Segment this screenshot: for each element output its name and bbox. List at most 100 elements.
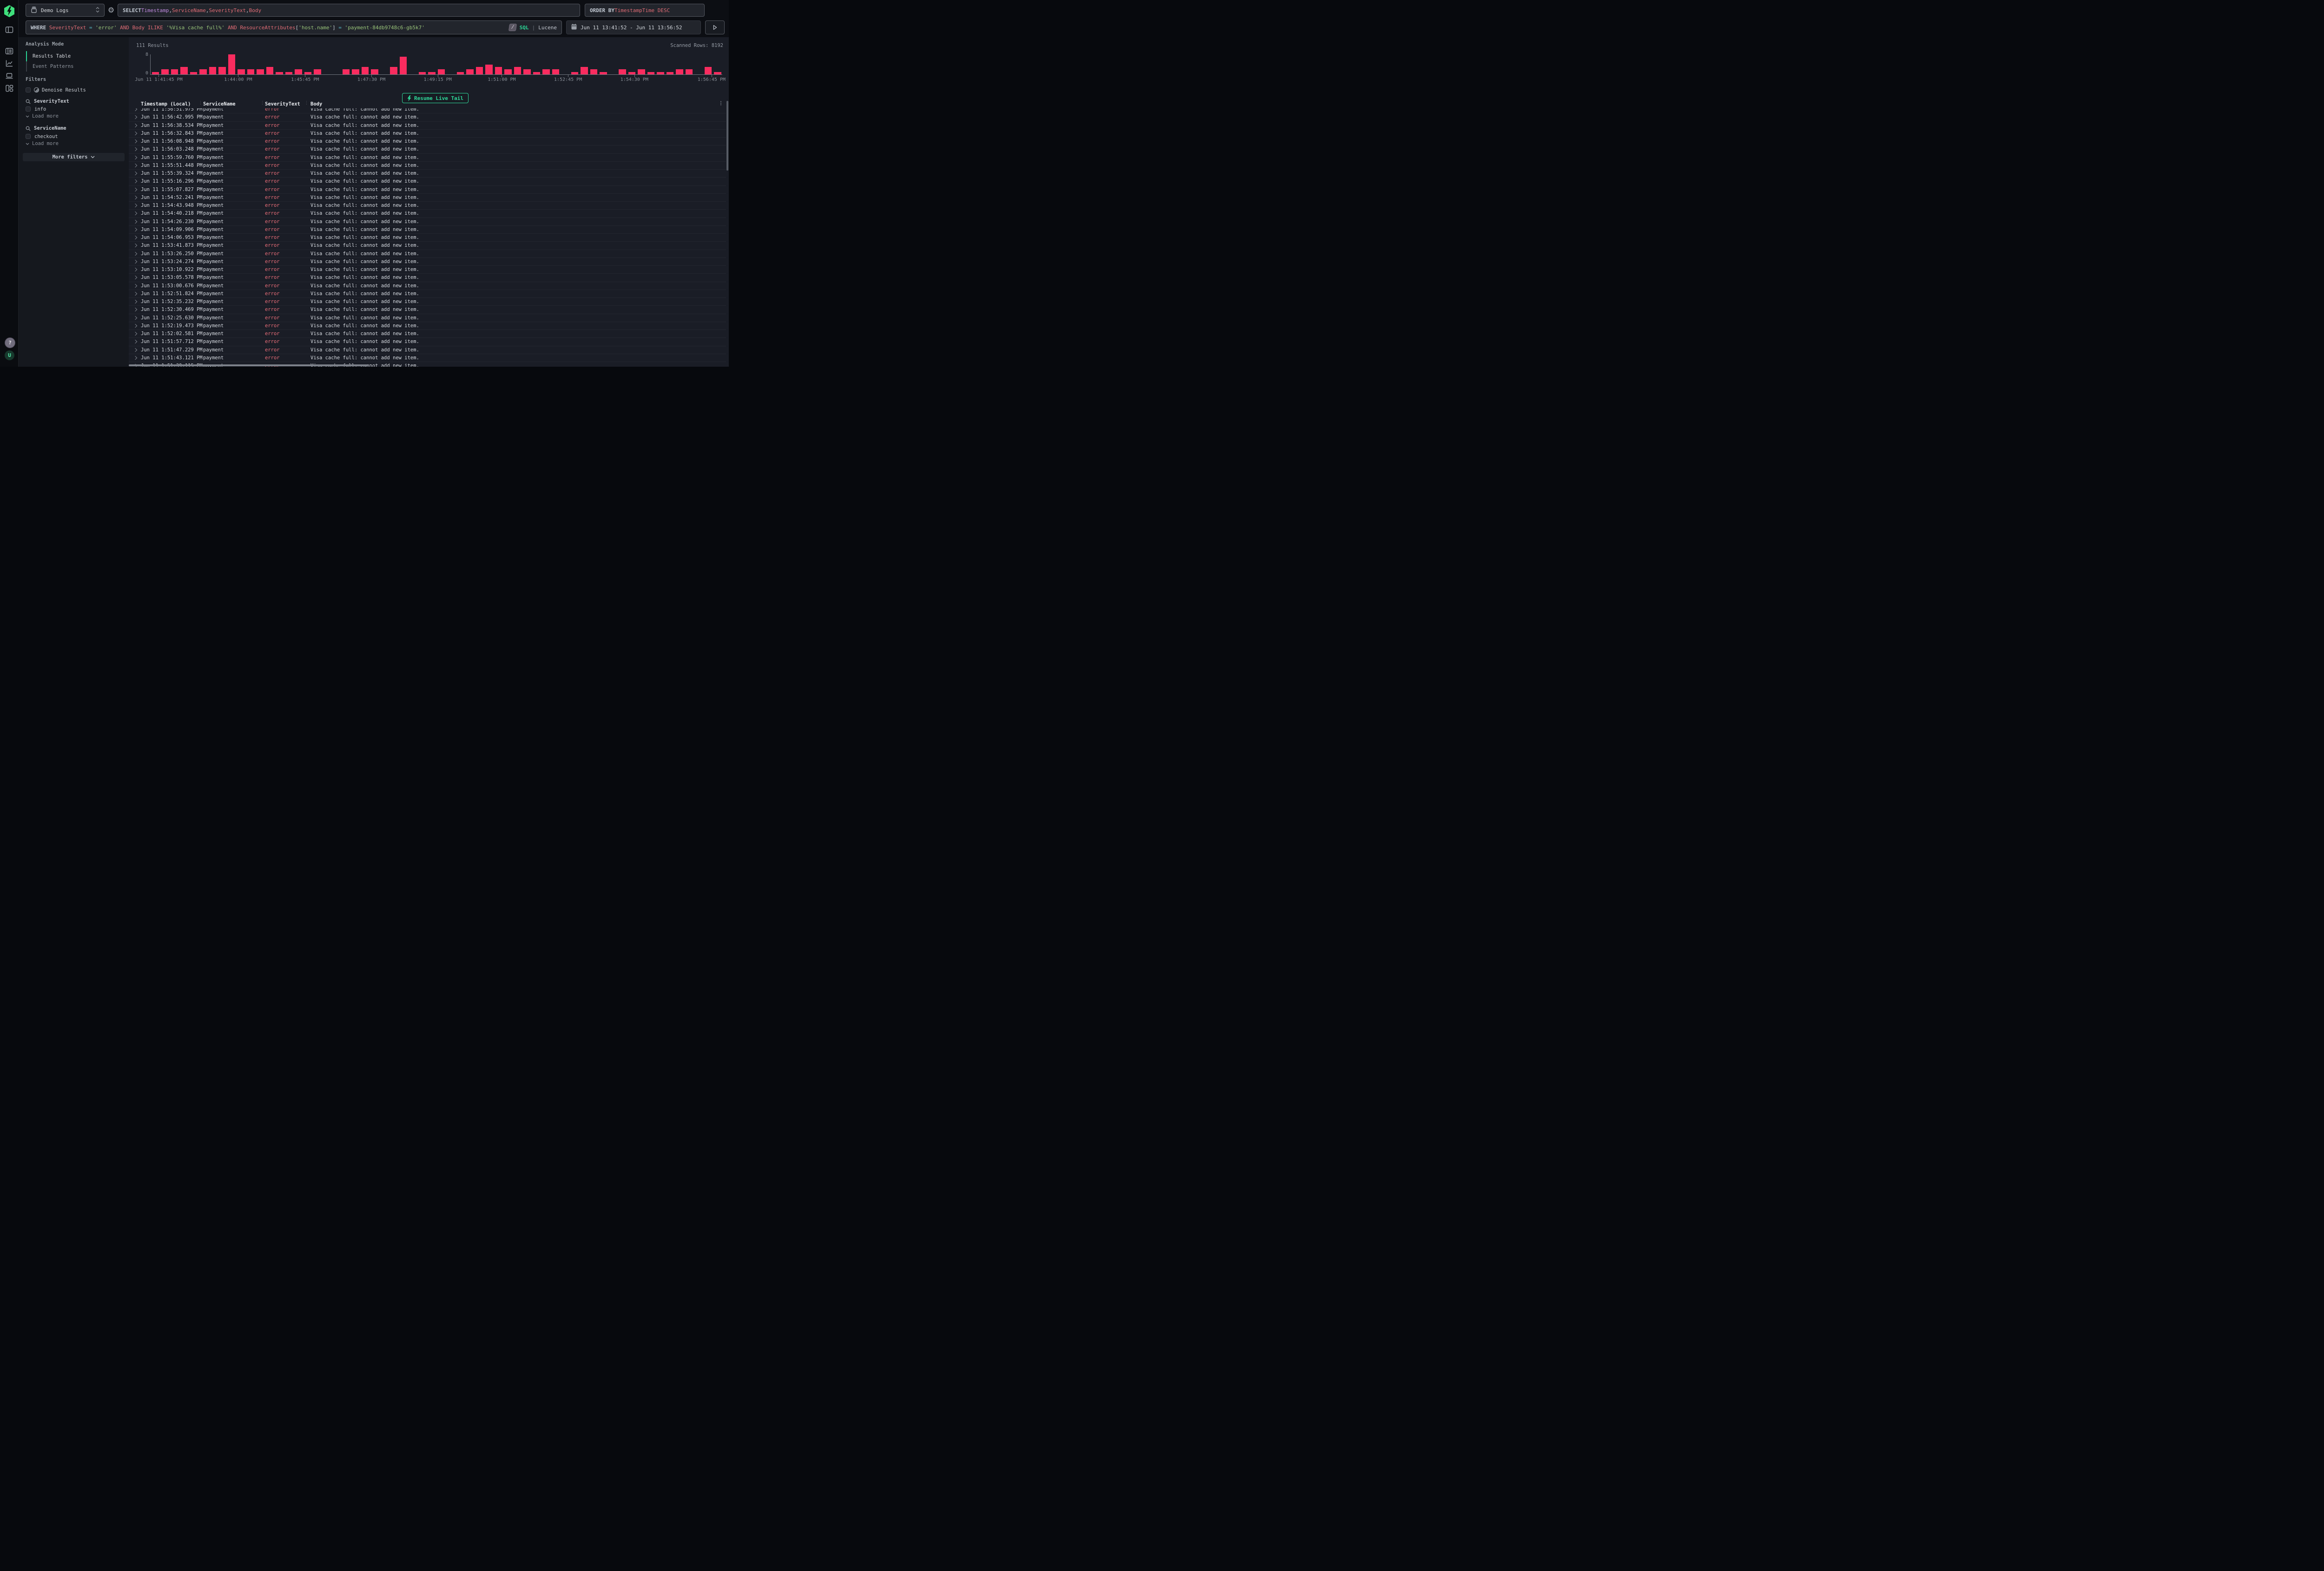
row-expand-chevron-icon[interactable]: [133, 292, 137, 296]
log-row[interactable]: Jun 11 1:52:25.630 PMpaymenterrorVisa ca…: [129, 314, 726, 322]
row-expand-chevron-icon[interactable]: [133, 123, 137, 127]
row-expand-chevron-icon[interactable]: [133, 300, 137, 304]
log-row[interactable]: Jun 11 1:53:05.578 PMpaymenterrorVisa ca…: [129, 273, 726, 281]
row-expand-chevron-icon[interactable]: [133, 356, 137, 360]
row-expand-chevron-icon[interactable]: [133, 348, 137, 351]
row-expand-chevron-icon[interactable]: [133, 244, 137, 247]
filter-checkbox-info[interactable]: [26, 106, 31, 112]
column-header-servicename[interactable]: ServiceName: [203, 101, 236, 107]
hyperdx-logo-icon[interactable]: [4, 5, 14, 17]
lucene-mode-toggle[interactable]: Lucene: [538, 25, 557, 31]
filter-checkbox-checkout[interactable]: [26, 134, 31, 139]
chart-icon[interactable]: [5, 59, 13, 67]
tab-results-table[interactable]: Results Table: [26, 51, 74, 61]
sql-mode-toggle[interactable]: SQL: [520, 25, 529, 31]
log-row[interactable]: Jun 11 1:56:51.975 PMpaymenterrorVisa ca…: [129, 108, 726, 113]
row-expand-chevron-icon[interactable]: [133, 308, 137, 311]
log-row[interactable]: Jun 11 1:53:10.922 PMpaymenterrorVisa ca…: [129, 265, 726, 273]
select-query-input[interactable]: SELECT Timestamp, ServiceName, SeverityT…: [118, 4, 580, 17]
row-expand-chevron-icon[interactable]: [133, 251, 137, 255]
search-panel-icon[interactable]: [5, 26, 13, 34]
filter-label-checkout[interactable]: checkout: [34, 134, 58, 139]
log-row[interactable]: Jun 11 1:52:35.232 PMpaymenterrorVisa ca…: [129, 297, 726, 305]
horizontal-scrollbar[interactable]: [129, 364, 368, 366]
row-expand-chevron-icon[interactable]: [133, 204, 137, 207]
log-row[interactable]: Jun 11 1:56:32.843 PMpaymenterrorVisa ca…: [129, 129, 726, 137]
tab-event-patterns[interactable]: Event Patterns: [26, 61, 74, 72]
row-expand-chevron-icon[interactable]: [133, 284, 137, 287]
row-expand-chevron-icon[interactable]: [133, 324, 137, 328]
row-expand-chevron-icon[interactable]: [133, 219, 137, 223]
row-expand-chevron-icon[interactable]: [133, 132, 137, 135]
log-row[interactable]: Jun 11 1:54:40.218 PMpaymenterrorVisa ca…: [129, 209, 726, 217]
resume-live-tail-button[interactable]: Resume Live Tail: [402, 93, 469, 103]
log-row[interactable]: Jun 11 1:53:00.676 PMpaymenterrorVisa ca…: [129, 282, 726, 290]
log-row[interactable]: Jun 11 1:54:52.241 PMpaymenterrorVisa ca…: [129, 193, 726, 201]
row-expand-chevron-icon[interactable]: [133, 196, 137, 199]
log-row[interactable]: Jun 11 1:52:30.469 PMpaymenterrorVisa ca…: [129, 305, 726, 313]
log-row[interactable]: Jun 11 1:53:26.250 PMpaymenterrorVisa ca…: [129, 250, 726, 257]
log-row[interactable]: Jun 11 1:54:06.953 PMpaymenterrorVisa ca…: [129, 233, 726, 241]
row-expand-chevron-icon[interactable]: [133, 164, 137, 167]
row-expand-chevron-icon[interactable]: [133, 260, 137, 264]
row-expand-chevron-icon[interactable]: [133, 211, 137, 215]
host-monitor-icon[interactable]: [5, 72, 13, 80]
log-row[interactable]: Jun 11 1:55:07.827 PMpaymenterrorVisa ca…: [129, 185, 726, 193]
logs-icon[interactable]: [5, 47, 13, 55]
row-expand-chevron-icon[interactable]: [133, 236, 137, 239]
row-expand-chevron-icon[interactable]: [133, 155, 137, 159]
row-expand-chevron-icon[interactable]: [133, 340, 137, 343]
row-expand-chevron-icon[interactable]: [133, 268, 137, 271]
filter-label-info[interactable]: info: [34, 106, 46, 112]
source-select[interactable]: Demo Logs: [26, 4, 105, 17]
log-row[interactable]: Jun 11 1:55:39.324 PMpaymenterrorVisa ca…: [129, 169, 726, 177]
log-row[interactable]: Jun 11 1:52:51.824 PMpaymenterrorVisa ca…: [129, 290, 726, 297]
log-row[interactable]: Jun 11 1:56:03.248 PMpaymenterrorVisa ca…: [129, 145, 726, 153]
log-row[interactable]: Jun 11 1:55:16.296 PMpaymenterrorVisa ca…: [129, 177, 726, 185]
log-row[interactable]: Jun 11 1:54:26.230 PMpaymenterrorVisa ca…: [129, 218, 726, 225]
log-row[interactable]: Jun 11 1:55:51.448 PMpaymenterrorVisa ca…: [129, 161, 726, 169]
row-expand-chevron-icon[interactable]: [133, 187, 137, 191]
row-expand-chevron-icon[interactable]: [133, 115, 137, 119]
log-row[interactable]: Jun 11 1:56:38.534 PMpaymenterrorVisa ca…: [129, 121, 726, 129]
table-options-icon[interactable]: [719, 101, 723, 106]
log-row[interactable]: Jun 11 1:52:19.473 PMpaymenterrorVisa ca…: [129, 322, 726, 330]
denoise-checkbox[interactable]: [26, 87, 31, 92]
log-row[interactable]: Jun 11 1:54:43.948 PMpaymenterrorVisa ca…: [129, 201, 726, 209]
log-row[interactable]: Jun 11 1:51:47.229 PMpaymenterrorVisa ca…: [129, 346, 726, 354]
more-filters-button[interactable]: More filters: [23, 153, 125, 161]
row-expand-chevron-icon[interactable]: [133, 139, 137, 143]
log-row[interactable]: Jun 11 1:53:41.873 PMpaymenterrorVisa ca…: [129, 241, 726, 249]
dashboard-icon[interactable]: [5, 84, 13, 92]
column-grip-icon[interactable]: [260, 101, 264, 106]
time-range-picker[interactable]: Jun 11 13:41:52 - Jun 11 13:56:52: [566, 20, 701, 34]
column-header-body[interactable]: Body: [310, 101, 322, 107]
column-grip-icon[interactable]: [304, 101, 309, 106]
vertical-scrollbar[interactable]: [726, 101, 728, 171]
source-settings-gear-icon[interactable]: ⚙: [106, 5, 116, 15]
where-query-input[interactable]: WHERE SeverityText = 'error' AND Body IL…: [26, 20, 562, 34]
log-row[interactable]: Jun 11 1:52:02.581 PMpaymenterrorVisa ca…: [129, 330, 726, 337]
load-more-servicename[interactable]: Load more: [26, 141, 59, 146]
row-expand-chevron-icon[interactable]: [133, 108, 137, 111]
column-header-severitytext[interactable]: SeverityText: [265, 101, 300, 107]
help-button[interactable]: ?: [5, 337, 15, 348]
row-expand-chevron-icon[interactable]: [133, 228, 137, 231]
user-avatar[interactable]: U: [5, 350, 14, 360]
row-expand-chevron-icon[interactable]: [133, 316, 137, 319]
row-expand-chevron-icon[interactable]: [133, 332, 137, 336]
row-expand-chevron-icon[interactable]: [133, 147, 137, 151]
log-row[interactable]: Jun 11 1:51:43.121 PMpaymenterrorVisa ca…: [129, 354, 726, 362]
row-expand-chevron-icon[interactable]: [133, 172, 137, 175]
row-expand-chevron-icon[interactable]: [133, 276, 137, 279]
run-query-button[interactable]: [705, 20, 725, 34]
row-expand-chevron-icon[interactable]: [133, 179, 137, 183]
log-row[interactable]: Jun 11 1:51:57.712 PMpaymenterrorVisa ca…: [129, 337, 726, 345]
log-row[interactable]: Jun 11 1:55:59.760 PMpaymenterrorVisa ca…: [129, 153, 726, 161]
log-row[interactable]: Jun 11 1:56:08.948 PMpaymenterrorVisa ca…: [129, 137, 726, 145]
column-grip-icon[interactable]: [198, 101, 203, 106]
column-header-timestamp[interactable]: Timestamp (Local): [141, 101, 191, 107]
log-row[interactable]: Jun 11 1:54:09.906 PMpaymenterrorVisa ca…: [129, 225, 726, 233]
log-row[interactable]: Jun 11 1:56:42.995 PMpaymenterrorVisa ca…: [129, 113, 726, 121]
histogram-bars[interactable]: [150, 54, 722, 75]
